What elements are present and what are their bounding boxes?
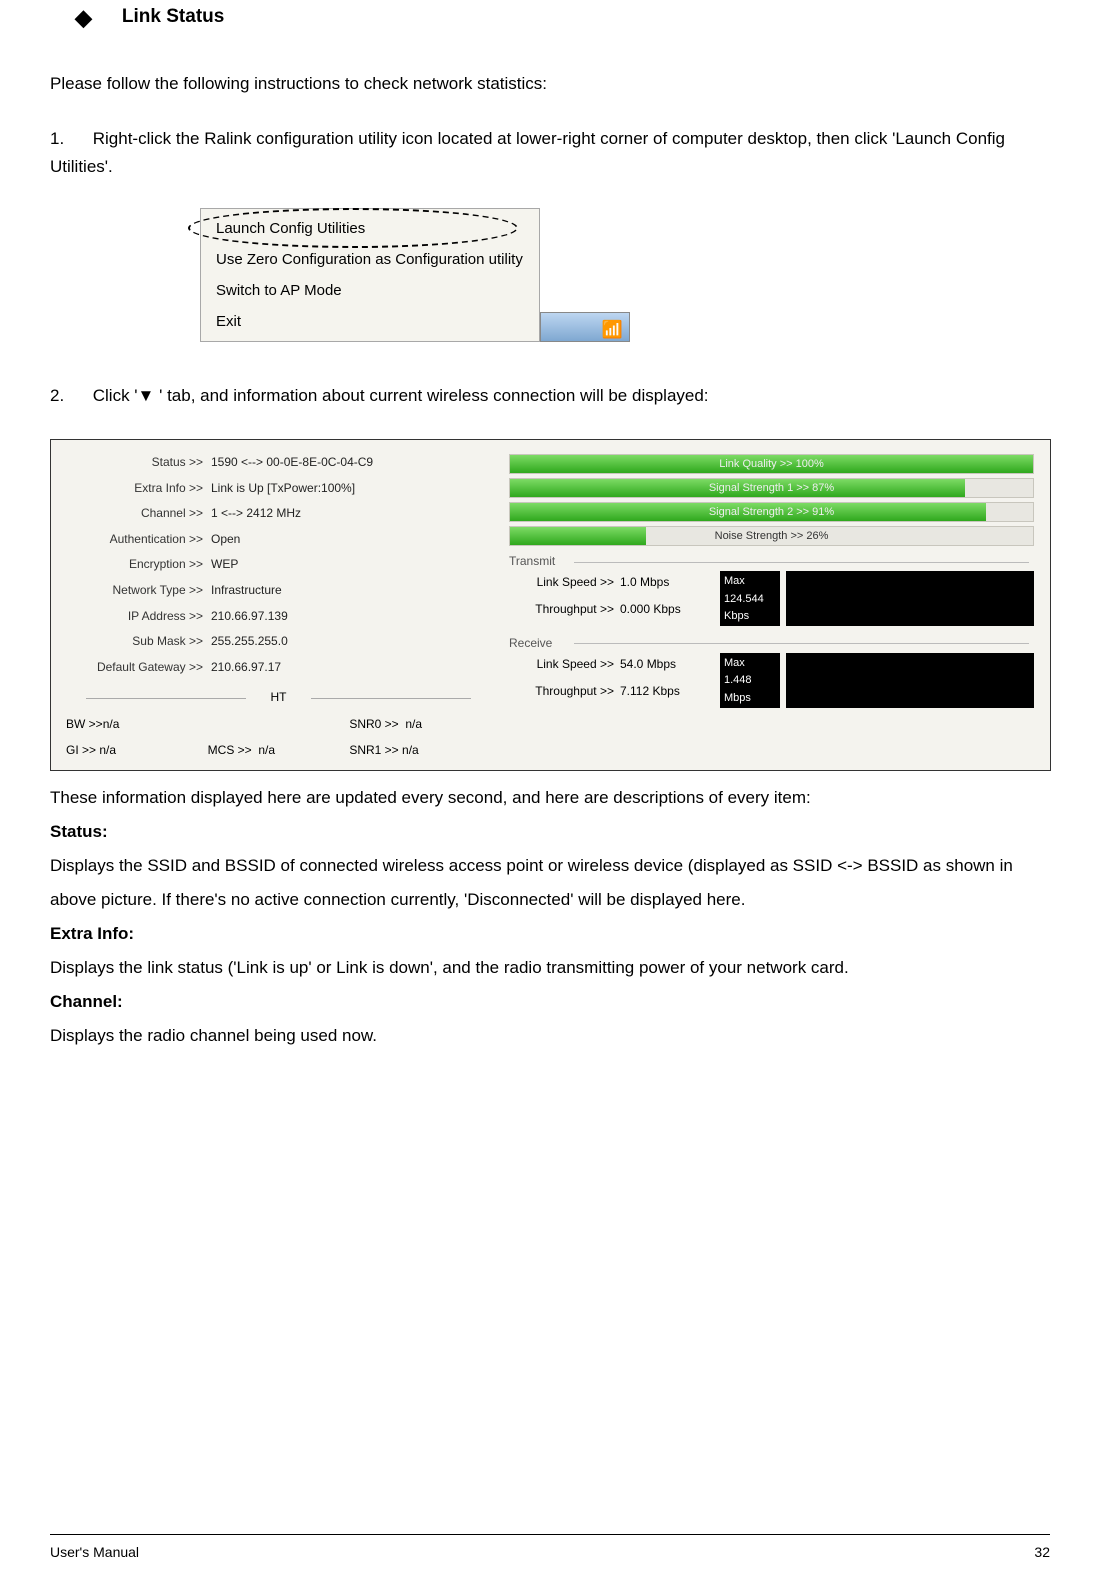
kv-value: 210.66.97.17 <box>211 657 501 679</box>
kv-label: Channel >> <box>56 503 211 525</box>
kv-label: Encryption >> <box>56 554 211 576</box>
intro-text: Please follow the following instructions… <box>50 70 1050 97</box>
tx-max-box: Max 124.544 Kbps <box>720 571 780 626</box>
step-2: 2. Click '▼ ' tab, and information about… <box>50 382 1050 409</box>
field-desc-extra: Displays the link status ('Link is up' o… <box>50 951 1050 985</box>
field-label-status: Status: <box>50 815 1050 849</box>
step-2-after: ' tab, and information about current wir… <box>154 386 708 405</box>
field-desc-channel: Displays the radio channel being used no… <box>50 1019 1050 1053</box>
menu-item-exit[interactable]: Exit <box>201 306 539 337</box>
ht-separator: HT <box>56 688 501 707</box>
page-footer: User's Manual 32 <box>50 1534 1050 1563</box>
wifi-tray-icon[interactable]: 📶 <box>602 316 623 343</box>
kv-value: Open <box>211 529 501 551</box>
transmit-group-label: Transmit <box>509 552 1034 571</box>
step-1: 1. Right-click the Ralink configuration … <box>50 125 1050 179</box>
kv-value: 210.66.97.139 <box>211 606 501 628</box>
field-label-channel: Channel: <box>50 985 1050 1019</box>
noise-bar: Noise Strength >> 26% <box>509 526 1034 546</box>
kv-value: 1 <--> 2412 MHz <box>211 503 501 525</box>
highlight-oval-icon <box>188 208 518 248</box>
page-number: 32 <box>1034 1541 1050 1563</box>
kv-label: Extra Info >> <box>56 478 211 500</box>
field-label-extra: Extra Info: <box>50 917 1050 951</box>
step-number: 2. <box>50 382 88 409</box>
signal-2-bar: Signal Strength 2 >> 91% <box>509 502 1034 522</box>
system-tray: 📶 <box>540 312 630 342</box>
link-quality-bar: Link Quality >> 100% <box>509 454 1034 474</box>
menu-item-switch-ap[interactable]: Switch to AP Mode <box>201 275 539 306</box>
ht-grid: BW >>n/a SNR0 >> n/a GI >> n/a MCS >> n/… <box>56 715 501 759</box>
kv-value: Link is Up [TxPower:100%] <box>211 478 501 500</box>
receive-group-label: Receive <box>509 634 1034 653</box>
kv-label: Authentication >> <box>56 529 211 551</box>
status-left-column: Status >>1590 <--> 00-0E-8E-0C-04-C9 Ext… <box>56 450 501 760</box>
kv-label: IP Address >> <box>56 606 211 628</box>
section-heading: ◆ Link Status <box>75 0 1050 35</box>
menu-item-zero-config[interactable]: Use Zero Configuration as Configuration … <box>201 244 539 275</box>
step-1-text: Right-click the Ralink configuration uti… <box>50 129 1005 175</box>
kv-label: Network Type >> <box>56 580 211 602</box>
step-2-before: Click ' <box>93 386 138 405</box>
rx-graph <box>786 653 1034 708</box>
status-right-column: Link Quality >> 100% Signal Strength 1 >… <box>509 450 1034 760</box>
signal-1-bar: Signal Strength 1 >> 87% <box>509 478 1034 498</box>
tx-graph <box>786 571 1034 626</box>
diamond-bullet-icon: ◆ <box>75 0 92 35</box>
kv-label: Status >> <box>56 452 211 474</box>
step-number: 1. <box>50 125 88 152</box>
field-desc-status: Displays the SSID and BSSID of connected… <box>50 849 1050 917</box>
post-intro: These information displayed here are upd… <box>50 781 1050 815</box>
kv-value: WEP <box>211 554 501 576</box>
down-triangle-icon: ▼ <box>138 386 155 405</box>
kv-label: Sub Mask >> <box>56 631 211 653</box>
heading-text: Link Status <box>122 2 224 32</box>
rx-max-box: Max 1.448 Mbps <box>720 653 780 708</box>
kv-value: 1590 <--> 00-0E-8E-0C-04-C9 <box>211 452 501 474</box>
kv-value: Infrastructure <box>211 580 501 602</box>
description-block: These information displayed here are upd… <box>50 781 1050 1053</box>
kv-label: Default Gateway >> <box>56 657 211 679</box>
footer-title: User's Manual <box>50 1541 139 1563</box>
kv-value: 255.255.255.0 <box>211 631 501 653</box>
context-menu-screenshot: Launch Config Utilities Use Zero Configu… <box>160 208 640 342</box>
link-status-panel: Status >>1590 <--> 00-0E-8E-0C-04-C9 Ext… <box>50 439 1051 771</box>
